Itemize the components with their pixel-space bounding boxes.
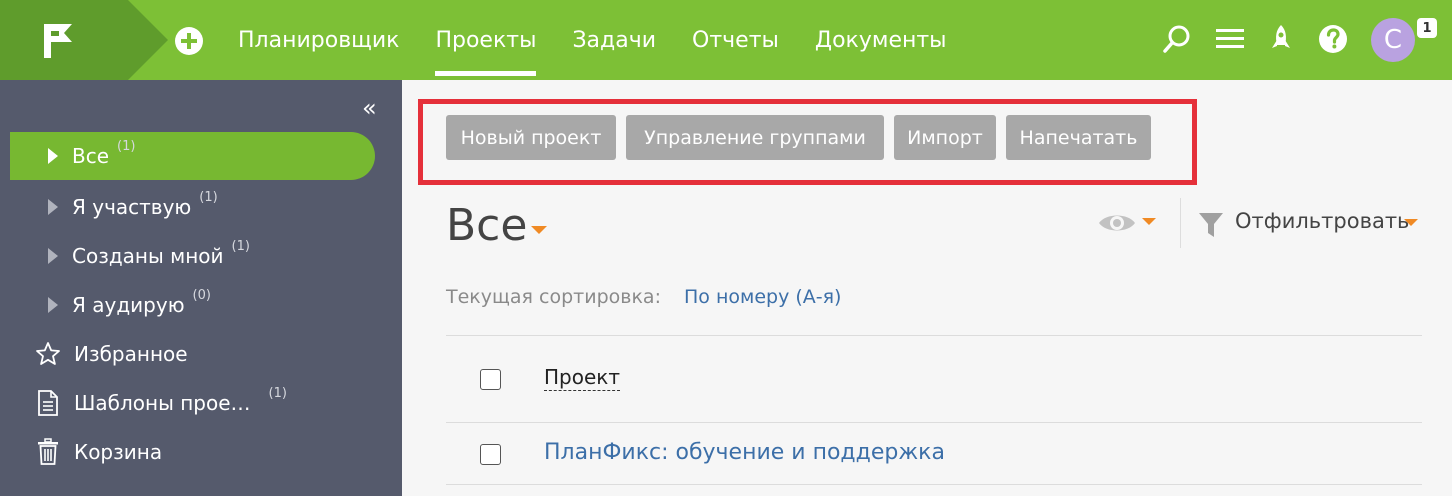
chevron-down-icon[interactable] — [1142, 218, 1156, 225]
sidebar-item-auditing[interactable]: Я аудирую (0) — [10, 281, 375, 329]
nav-projects[interactable]: Проекты — [435, 0, 536, 80]
eye-icon[interactable] — [1097, 208, 1137, 238]
caret-right-icon — [48, 297, 58, 313]
nav-tasks[interactable]: Задачи — [572, 0, 656, 80]
chevron-down-icon[interactable] — [531, 226, 547, 234]
sidebar-item-count: (1) — [231, 238, 250, 254]
table-row-link[interactable]: ПланФикс: обучение и поддержка — [544, 440, 945, 465]
sidebar-item-count: (1) — [199, 189, 218, 205]
sidebar-item-label: Я участвую — [72, 195, 192, 219]
collapse-sidebar-icon[interactable]: « — [362, 96, 377, 120]
logo-arrow — [128, 0, 168, 80]
sidebar-item-label: Корзина — [74, 440, 163, 464]
star-icon — [34, 340, 62, 368]
sidebar-item-label: Все — [72, 144, 110, 168]
nav-reports[interactable]: Отчеты — [692, 0, 779, 80]
notification-badge[interactable]: 1 — [1417, 18, 1437, 38]
select-all-checkbox[interactable] — [480, 369, 501, 390]
sidebar-item-label: Избранное — [74, 342, 188, 366]
manage-groups-button[interactable]: Управление группами — [626, 115, 884, 160]
rocket-icon[interactable] — [1266, 22, 1296, 56]
add-icon[interactable] — [174, 26, 204, 56]
divider — [1180, 198, 1181, 248]
sidebar-item-templates[interactable]: Шаблоны прое… (1) — [10, 379, 375, 427]
help-icon[interactable] — [1318, 22, 1348, 56]
sidebar-item-count: (0) — [192, 287, 211, 303]
nav-documents[interactable]: Документы — [815, 0, 947, 80]
main-nav: Планировщик Проекты Задачи Отчеты Докуме… — [238, 0, 983, 80]
filter-button[interactable]: Отфильтровать — [1235, 209, 1409, 233]
print-button[interactable]: Напечатать — [1006, 115, 1151, 160]
chevron-down-icon[interactable] — [1404, 219, 1418, 226]
nav-planner[interactable]: Планировщик — [238, 0, 399, 80]
import-button[interactable]: Импорт — [894, 115, 996, 160]
divider — [446, 335, 1422, 336]
divider — [446, 422, 1422, 423]
sidebar-item-created-by-me[interactable]: Созданы мной (1) — [10, 232, 375, 280]
caret-right-icon — [48, 248, 58, 264]
sort-label: Текущая сортировка: — [446, 286, 661, 308]
avatar[interactable]: С — [1371, 18, 1415, 62]
sidebar-item-all[interactable]: Все (1) — [10, 132, 375, 180]
top-bar: Планировщик Проекты Задачи Отчеты Докуме… — [0, 0, 1452, 80]
search-icon[interactable] — [1162, 22, 1192, 56]
sidebar-item-participating[interactable]: Я участвую (1) — [10, 183, 375, 231]
sidebar-item-count: (1) — [117, 138, 136, 154]
sidebar-item-trash[interactable]: Корзина — [10, 428, 375, 476]
sidebar-item-label: Созданы мной — [72, 244, 224, 268]
divider — [446, 484, 1422, 485]
logo-flag-icon[interactable] — [40, 22, 76, 60]
caret-right-icon — [48, 199, 58, 215]
filter-icon[interactable] — [1198, 211, 1224, 239]
column-header-project[interactable]: Проект — [544, 365, 621, 391]
row-checkbox[interactable] — [480, 444, 501, 465]
new-project-button[interactable]: Новый проект — [446, 115, 616, 160]
sidebar-item-count: (1) — [268, 385, 287, 401]
page-title[interactable]: Все — [446, 200, 527, 252]
sidebar-item-label: Шаблоны прое… — [74, 391, 251, 415]
sort-value-link[interactable]: По номеру (А-я) — [684, 286, 841, 308]
menu-icon[interactable] — [1215, 22, 1245, 56]
trash-icon — [34, 438, 62, 466]
document-icon — [34, 389, 62, 417]
sidebar-item-favorites[interactable]: Избранное — [10, 330, 375, 378]
sidebar-item-label: Я аудирую — [72, 293, 185, 317]
caret-right-icon — [48, 148, 58, 164]
